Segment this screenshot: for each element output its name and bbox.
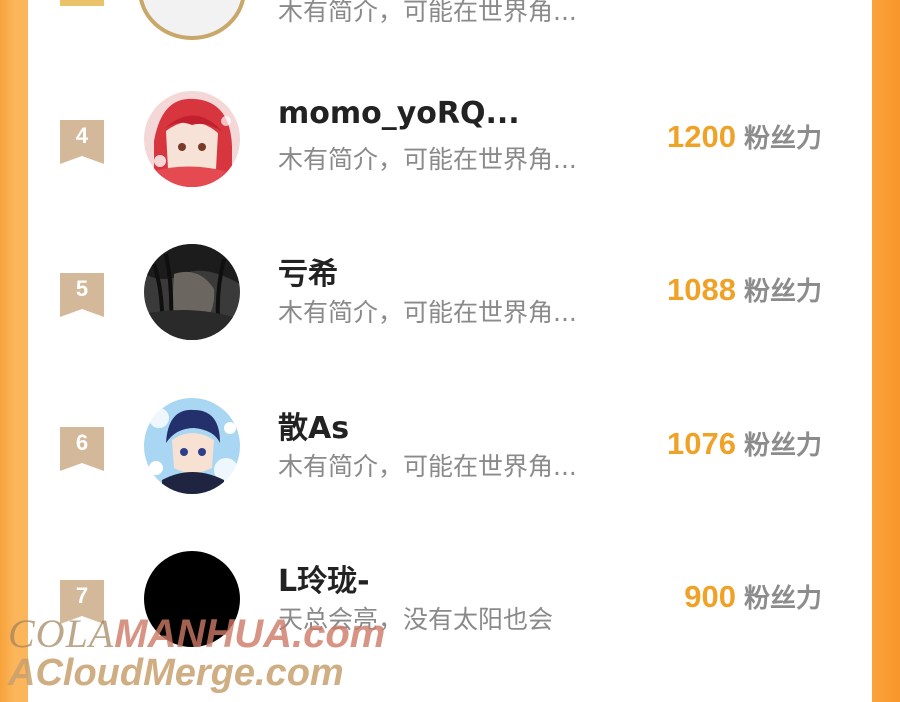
avatar-image [144,244,240,340]
ranking-panel: 木有简介，可能在世界角... 4 momo_yoRQ... 木有简介，可能在世界… [28,0,872,702]
fans-unit: 粉丝力 [743,277,822,307]
ranking-row[interactable]: 4 momo_yoRQ... 木有简介，可能在世界角... 1200 粉丝力 [28,88,872,188]
rank-badge-partial [60,0,104,6]
ranking-row[interactable]: 6 散As 木有简介，可能在世界角... 1076 粉丝力 [28,395,872,495]
username[interactable]: L玲珑- [278,556,370,600]
fans-score: 1200 粉丝力 [667,118,822,155]
fans-unit: 粉丝力 [743,431,822,461]
rank-badge: 4 [60,120,104,164]
fans-score: 1076 粉丝力 [667,425,822,462]
rank-number: 7 [75,583,89,608]
fans-score: 900 粉丝力 [684,578,822,615]
username[interactable]: 亏希 [278,249,338,293]
bio: 木有简介，可能在世界角... [278,298,577,327]
ranking-row[interactable]: 5 亏希 木有简介，可能在世界角... 1088 粉丝力 [28,241,872,341]
fans-count: 900 [684,579,736,614]
watermark-colamanhua: COLAMANHUA.com [8,610,385,657]
bio: 木有简介，可能在世界角... [278,145,577,174]
fans-score: 1088 粉丝力 [667,271,822,308]
rank-number: 5 [75,276,89,301]
watermark-acloudmerge: ACloudMerge.com [8,652,344,694]
ranking-row-partial[interactable]: 木有简介，可能在世界角... [28,0,872,40]
fans-unit: 粉丝力 [743,584,822,614]
username[interactable]: momo_yoRQ... [278,96,520,131]
avatar[interactable] [144,244,240,340]
avatar-partial[interactable] [138,0,246,40]
fans-count: 1200 [667,119,736,154]
watermark-dotcom: .com [292,612,386,656]
fans-unit: 粉丝力 [743,124,822,154]
avatar-image [144,398,240,494]
avatar[interactable] [144,398,240,494]
rank-number: 6 [75,430,89,455]
watermark-cola: COLA [8,611,115,656]
rank-number: 4 [75,123,89,148]
bio-partial: 木有简介，可能在世界角... [278,0,577,26]
fans-count: 1088 [667,272,736,307]
watermark-manhua: MANHUA [114,612,293,656]
avatar-image [144,91,240,187]
rank-badge: 6 [60,427,104,471]
avatar[interactable] [144,91,240,187]
username[interactable]: 散As [278,403,349,447]
rank-badge: 5 [60,273,104,317]
bio: 木有简介，可能在世界角... [278,452,577,481]
fans-count: 1076 [667,426,736,461]
